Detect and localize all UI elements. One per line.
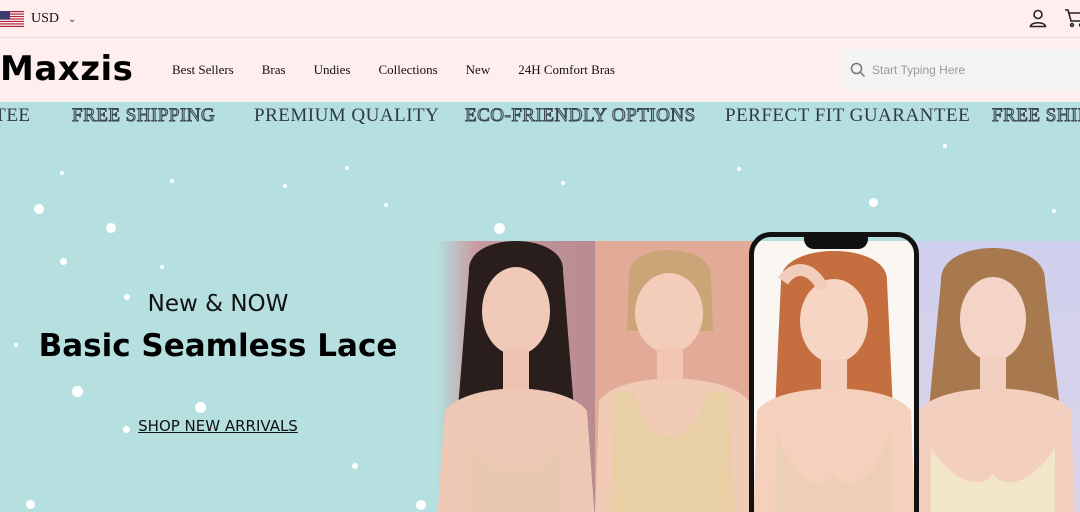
phone-frame [749, 232, 919, 512]
chevron-down-icon: ⌄ [68, 13, 77, 25]
marquee-item: ECO-FRIENDLY OPTIONS [465, 105, 696, 127]
marquee-item: PERFECT FIT GUARANTEE [725, 105, 971, 126]
search-icon [850, 62, 866, 78]
marquee-item: FREE SHIPPING [71, 105, 216, 127]
shop-new-arrivals-link[interactable]: SHOP NEW ARRIVALS [0, 417, 436, 435]
search-input[interactable] [872, 63, 1072, 77]
marquee-item: PREMIUM QUALITY [254, 105, 440, 126]
nav-bras[interactable]: Bras [262, 62, 286, 78]
main-header: Maxzis Best Sellers Bras Undies Collecti… [0, 38, 1080, 102]
nav-best-sellers[interactable]: Best Sellers [172, 62, 234, 78]
model-photo-1[interactable] [437, 241, 595, 512]
phone-notch [804, 235, 868, 249]
currency-selector[interactable]: USD ⌄ [0, 9, 76, 29]
model-photo-2[interactable] [595, 241, 753, 512]
hero-subtitle: New & NOW [147, 291, 289, 317]
nav-24h-comfort-bras[interactable]: 24H Comfort Bras [518, 62, 615, 78]
nav-new[interactable]: New [466, 62, 491, 78]
hero-banner: NTEE FREE SHIPPING PREMIUM QUALITY ECO-F… [0, 102, 1080, 512]
search-bar[interactable] [842, 49, 1080, 91]
marquee-item: NTEE [0, 105, 31, 126]
hero-title: Basic Seamless Lace [38, 328, 398, 364]
user-icon[interactable] [1028, 8, 1048, 28]
nav-undies[interactable]: Undies [314, 62, 351, 78]
top-bar: USD ⌄ [0, 0, 1080, 38]
nav-collections[interactable]: Collections [378, 62, 437, 78]
currency-label: USD [31, 11, 60, 26]
marquee-item: FREE SHIPPING [991, 105, 1080, 127]
shopping-cart-icon[interactable] [1064, 8, 1080, 28]
site-logo[interactable]: Maxzis [0, 49, 133, 89]
main-nav: Best Sellers Bras Undies Collections New… [172, 62, 615, 78]
announcement-marquee: NTEE FREE SHIPPING PREMIUM QUALITY ECO-F… [0, 102, 1080, 132]
model-photo-4[interactable] [915, 241, 1080, 512]
us-flag-icon [0, 11, 24, 27]
